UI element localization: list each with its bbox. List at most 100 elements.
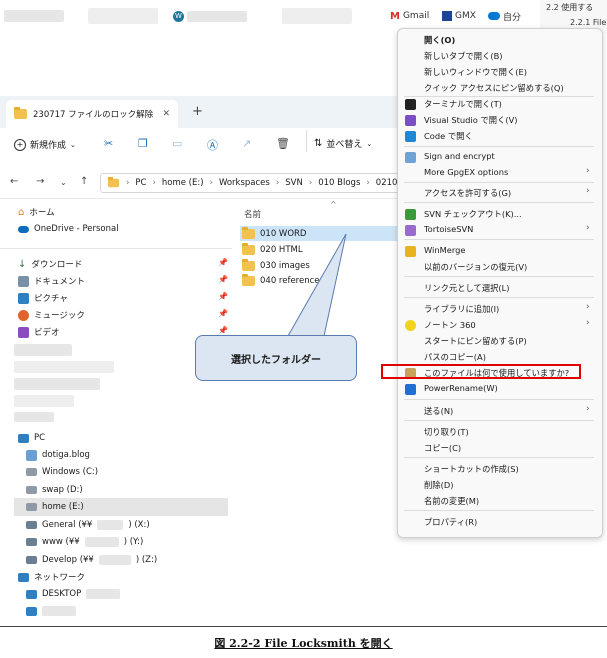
bookmark-msn[interactable]: 自分 <box>488 9 521 23</box>
menu-item-rename[interactable]: 名前の変更(M) <box>424 495 479 507</box>
pin-icon[interactable]: 📌 <box>218 326 228 335</box>
menu-item-terminal[interactable]: ターミナルで開く(T) <box>424 98 502 110</box>
bookmark-workspace[interactable]: W <box>173 9 247 23</box>
sidebar-item-network[interactable]: ネットワーク <box>18 569 85 585</box>
menu-item-open[interactable]: 開く(O) <box>424 34 455 46</box>
menu-item-send-to[interactable]: 送る(N) <box>424 405 453 417</box>
sidebar-item-videos[interactable]: ビデオ <box>18 324 60 340</box>
menu-item-pin-quick-access[interactable]: クイック アクセスにピン留めする(Q) <box>424 82 564 94</box>
menu-item-copy[interactable]: コピー(C) <box>424 442 461 454</box>
sort-button[interactable]: ⇅ 並べ替え ⌄ <box>314 137 372 150</box>
pin-icon[interactable]: 📌 <box>218 292 228 301</box>
sidebar-item-dotiga[interactable]: dotiga.blog <box>26 447 90 463</box>
new-button[interactable]: + 新規作成 ⌄ <box>14 138 76 151</box>
sidebar-item-general[interactable]: General (¥¥ ) (X:) <box>26 517 150 533</box>
breadcrumb-item[interactable]: PC <box>135 178 146 188</box>
sidebar-item-home[interactable]: ⌂ ホーム <box>18 204 55 220</box>
menu-item-visual-studio[interactable]: Visual Studio で開く(V) <box>424 114 518 126</box>
svn-checkout-icon <box>405 209 416 220</box>
menu-item-delete[interactable]: 削除(D) <box>424 479 453 491</box>
breadcrumb-item[interactable]: SVN <box>285 178 303 188</box>
sidebar-item-documents[interactable]: ドキュメント <box>18 273 85 289</box>
menu-item-winmerge[interactable]: WinMerge <box>424 245 465 255</box>
breadcrumb-item[interactable]: 010 Blogs <box>318 178 360 188</box>
menu-item-pin-start[interactable]: スタートにピン留めする(P) <box>424 335 527 347</box>
menu-item-cut[interactable]: 切り取り(T) <box>424 426 469 438</box>
cut-icon[interactable]: ✂ <box>104 137 113 150</box>
menu-item-svn-checkout[interactable]: SVN チェックアウト(K)... <box>424 208 522 220</box>
blurred-bookmark[interactable] <box>88 8 158 24</box>
tab-title: 230717 ファイルのロック解除 <box>33 110 154 120</box>
sidebar-item-home-drive[interactable]: home (E:) <box>26 499 84 515</box>
bookmark-gmail[interactable]: M Gmail <box>390 9 429 23</box>
sidebar-item-develop[interactable]: Develop (¥¥ ) (Z:) <box>26 552 157 568</box>
pin-icon[interactable]: 📌 <box>218 258 228 267</box>
sidebar-item-www[interactable]: www (¥¥ ) (Y:) <box>26 534 143 550</box>
sidebar-item-network-host[interactable] <box>26 603 76 619</box>
tab-current-folder[interactable]: 230717 ファイルのロック解除 ✕ <box>6 100 178 128</box>
pin-icon[interactable]: 📌 <box>218 275 228 284</box>
sidebar-item-downloads[interactable]: ↓ ダウンロード <box>18 256 82 272</box>
blurred-item[interactable] <box>14 344 72 356</box>
paste-icon[interactable]: ▭ <box>172 137 182 150</box>
sidebar-item-pictures[interactable]: ピクチャ <box>18 290 68 306</box>
menu-item-link-source[interactable]: リンク元として選択(L) <box>424 282 510 294</box>
blurred-label <box>187 10 247 22</box>
menu-item-create-shortcut[interactable]: ショートカットの作成(S) <box>424 463 519 475</box>
menu-item-open-new-tab[interactable]: 新しいタブで開く(B) <box>424 50 503 62</box>
address-bar-row: ← → ⌄ ↑ › PC › home (E:) › Workspaces › … <box>0 168 410 199</box>
menu-item-open-new-window[interactable]: 新しいウィンドウで開く(E) <box>424 66 527 78</box>
menu-item-power-rename[interactable]: PowerRename(W) <box>424 383 498 393</box>
menu-item-sign-encrypt[interactable]: Sign and encrypt <box>424 151 495 161</box>
blurred-item[interactable] <box>14 412 54 422</box>
up-arrow-icon[interactable]: ↑ <box>80 176 88 187</box>
wordpress-icon: W <box>173 10 184 22</box>
blurred-label <box>86 589 121 599</box>
menu-item-properties[interactable]: プロパティ(R) <box>424 516 477 528</box>
blurred-item[interactable] <box>14 378 100 390</box>
bookmark-gmx[interactable]: GMX <box>442 9 476 23</box>
blurred-item[interactable] <box>14 361 114 373</box>
menu-item-restore-previous[interactable]: 以前のバージョンの復元(V) <box>424 261 527 273</box>
sidebar-item-desktop[interactable]: DESKTOP <box>26 586 121 602</box>
lock-icon <box>405 152 416 163</box>
divider <box>404 239 594 240</box>
sidebar-item-swap[interactable]: swap (D:) <box>26 482 83 498</box>
sidebar-item-pc[interactable]: PC <box>18 430 45 446</box>
delete-icon[interactable]: 🗑 <box>276 137 290 150</box>
breadcrumb-item[interactable]: home (E:) <box>162 178 204 188</box>
network-icon <box>18 572 29 582</box>
menu-item-add-library[interactable]: ライブラリに追加(I) <box>424 303 499 315</box>
outline-item[interactable]: 2.2 使用する <box>546 2 607 13</box>
menu-item-code[interactable]: Code で開く <box>424 130 473 142</box>
pin-icon[interactable]: 📌 <box>218 309 228 318</box>
forward-arrow-icon[interactable]: → <box>36 176 44 187</box>
chevron-down-icon[interactable]: ⌄ <box>60 178 67 187</box>
blurred-item[interactable] <box>14 395 74 407</box>
sidebar-item-music[interactable]: ミュージック <box>18 307 85 323</box>
divider <box>404 457 594 458</box>
column-header-name[interactable]: 名前 <box>244 208 261 220</box>
breadcrumb-item[interactable]: 0210 <box>376 178 398 188</box>
menu-item-norton[interactable]: ノートン 360 <box>424 319 476 331</box>
divider <box>404 182 594 183</box>
breadcrumb[interactable]: › PC › home (E:) › Workspaces › SVN › 01… <box>100 173 400 193</box>
rename-icon[interactable]: Ⓐ <box>207 137 218 153</box>
menu-item-tortoisesvn[interactable]: TortoiseSVN <box>424 224 473 234</box>
highlight-box <box>381 364 581 379</box>
close-icon[interactable]: ✕ <box>162 109 170 119</box>
chevron-right-icon: › <box>586 166 590 176</box>
back-arrow-icon[interactable]: ← <box>10 176 18 187</box>
sidebar-item-onedrive[interactable]: OneDrive - Personal <box>18 221 119 237</box>
copy-icon[interactable]: ❐ <box>138 137 148 150</box>
outline-item[interactable]: 2.2.1 File <box>570 18 607 27</box>
blurred-bookmark[interactable] <box>4 10 64 22</box>
new-tab-button[interactable]: + <box>192 104 203 119</box>
breadcrumb-item[interactable]: Workspaces <box>219 178 270 188</box>
menu-item-copy-path[interactable]: パスのコピー(A) <box>424 351 486 363</box>
menu-item-gpgex[interactable]: More GpgEX options <box>424 167 508 177</box>
sidebar-item-windows[interactable]: Windows (C:) <box>26 464 98 480</box>
blurred-bookmark[interactable] <box>282 8 352 24</box>
menu-item-give-access[interactable]: アクセスを許可する(G) <box>424 187 511 199</box>
share-icon[interactable]: ↗ <box>242 137 251 150</box>
